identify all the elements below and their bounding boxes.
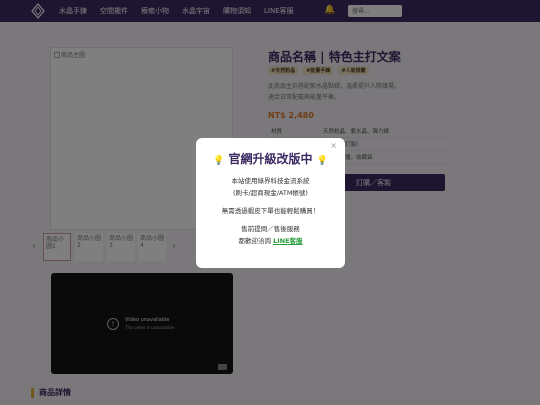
modal-line-prefix: 都歡迎洽詢 <box>238 237 271 245</box>
close-icon[interactable]: × <box>330 141 337 150</box>
line-service-link[interactable]: LINE客服 <box>273 237 302 245</box>
modal-line: 無需透過蝦皮下單也能輕鬆購買！ <box>221 207 320 215</box>
modal-line: 本站使用綠界科技金流系統 <box>231 177 310 185</box>
modal-title-row: 💡 官網升級改版中 💡 <box>196 150 345 167</box>
announcement-modal: × 💡 官網升級改版中 💡 本站使用綠界科技金流系統 (刷卡/超商現金/ATM帳… <box>196 138 345 268</box>
modal-title: 官網升級改版中 <box>228 152 313 166</box>
modal-line: 售前提問／售後服務 <box>241 225 300 233</box>
modal-line: (刷卡/超商現金/ATM帳號) <box>233 189 308 197</box>
lightbulb-icon: 💡 <box>316 156 328 166</box>
lightbulb-icon: 💡 <box>213 156 225 166</box>
modal-line: 都歡迎洽詢 LINE客服 <box>196 235 345 247</box>
